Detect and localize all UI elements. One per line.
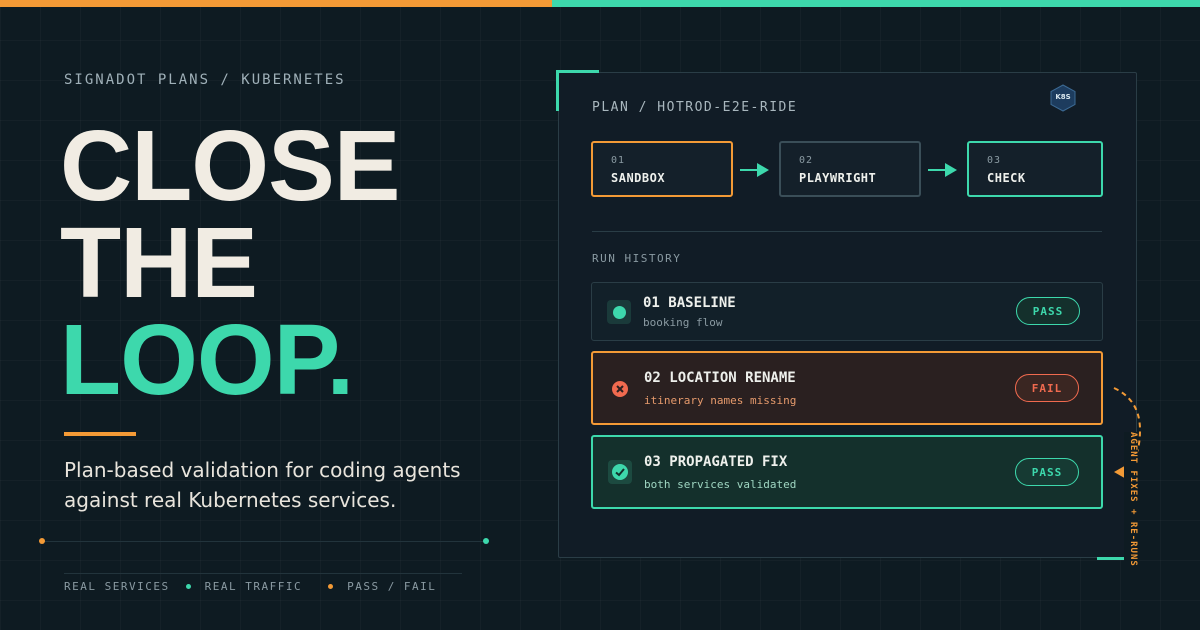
subtitle: Plan-based validation for coding agents … xyxy=(64,458,461,512)
run-description: both services validated xyxy=(644,478,797,491)
k8s-badge-label: K8S xyxy=(1055,93,1071,101)
arrow-right-icon xyxy=(928,163,957,177)
run-history-label: RUN HISTORY xyxy=(592,252,682,265)
eyebrow: SIGNADOT PLANS / KUBERNETES xyxy=(64,72,346,88)
run-description: booking flow xyxy=(643,316,723,329)
step-sandbox[interactable]: 01 SANDBOX xyxy=(591,141,733,197)
footer-tags: REAL SERVICES REAL TRAFFIC PASS / FAIL xyxy=(64,580,436,593)
step-name: PLAYWRIGHT xyxy=(799,171,877,185)
check-icon xyxy=(608,460,632,484)
panel-separator xyxy=(592,231,1102,232)
footer-dot-orange xyxy=(328,584,334,589)
step-name: CHECK xyxy=(987,171,1026,185)
rule-dot-left xyxy=(39,538,45,544)
status-badge-pass: PASS xyxy=(1016,297,1080,325)
headline: CLOSE THE LOOP. xyxy=(60,110,400,416)
plan-title: PLAN / HOTROD-E2E-RIDE xyxy=(592,100,798,115)
step-number: 02 xyxy=(799,155,814,166)
headline-line-3: LOOP. xyxy=(60,304,354,416)
top-accent-bar xyxy=(0,0,1200,7)
run-title: 02 LOCATION RENAME xyxy=(644,370,796,386)
run-title: 03 PROPAGATED FIX xyxy=(644,454,788,470)
top-bar-teal xyxy=(552,0,1200,7)
rule-dot-right xyxy=(483,538,489,544)
run-title: 01 BASELINE xyxy=(643,295,736,311)
k8s-badge: K8S xyxy=(1050,84,1076,112)
status-badge-fail: FAIL xyxy=(1015,374,1079,402)
horizontal-rule xyxy=(42,541,486,542)
run-row-propagated-fix[interactable]: 03 PROPAGATED FIX both services validate… xyxy=(591,435,1103,509)
status-dot-icon xyxy=(607,300,631,324)
step-playwright[interactable]: 02 PLAYWRIGHT xyxy=(779,141,921,197)
step-check[interactable]: 03 CHECK xyxy=(967,141,1103,197)
run-description: itinerary names missing xyxy=(644,394,797,407)
error-x-icon xyxy=(608,377,632,401)
orange-divider xyxy=(64,432,136,436)
headline-line-2: THE xyxy=(60,207,258,319)
step-number: 01 xyxy=(611,155,626,166)
step-name: SANDBOX xyxy=(611,171,666,185)
status-badge-pass: PASS xyxy=(1015,458,1079,486)
arrow-right-icon xyxy=(740,163,769,177)
run-row-location-rename[interactable]: 02 LOCATION RENAME itinerary names missi… xyxy=(591,351,1103,425)
headline-line-1: CLOSE xyxy=(60,110,400,222)
top-bar-orange xyxy=(0,0,552,7)
step-number: 03 xyxy=(987,155,1002,166)
loop-label: AGENT FIXES + RE-RUNS xyxy=(1124,432,1138,567)
footer-tag-1: REAL SERVICES xyxy=(64,580,170,593)
run-row-baseline[interactable]: 01 BASELINE booking flow PASS xyxy=(591,282,1103,341)
footer-tag-3: PASS / FAIL xyxy=(347,580,437,593)
footer-tag-2: REAL TRAFFIC xyxy=(204,580,303,593)
footer-rule xyxy=(64,573,462,574)
footer-dot-teal xyxy=(185,584,191,589)
